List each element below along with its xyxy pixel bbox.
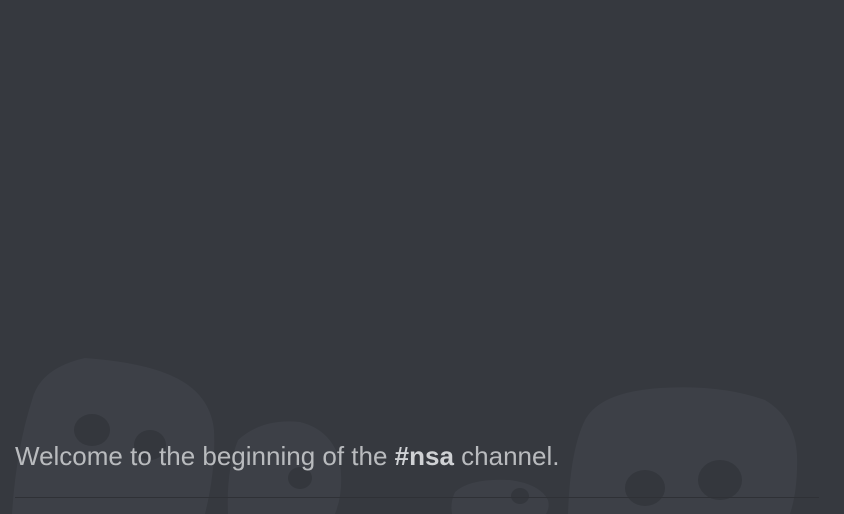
discord-blob-icon [568, 387, 798, 514]
discord-blob-icon [12, 358, 798, 514]
welcome-suffix: channel. [453, 441, 560, 471]
divider [15, 497, 819, 498]
chat-messages-area: Welcome to the beginning of the #nsa cha… [0, 0, 844, 514]
channel-name: #nsa [394, 441, 454, 471]
welcome-prefix: Welcome to the beginning of the [15, 441, 395, 471]
discord-blob-icon [12, 358, 215, 514]
channel-welcome-message: Welcome to the beginning of the #nsa cha… [15, 440, 559, 472]
